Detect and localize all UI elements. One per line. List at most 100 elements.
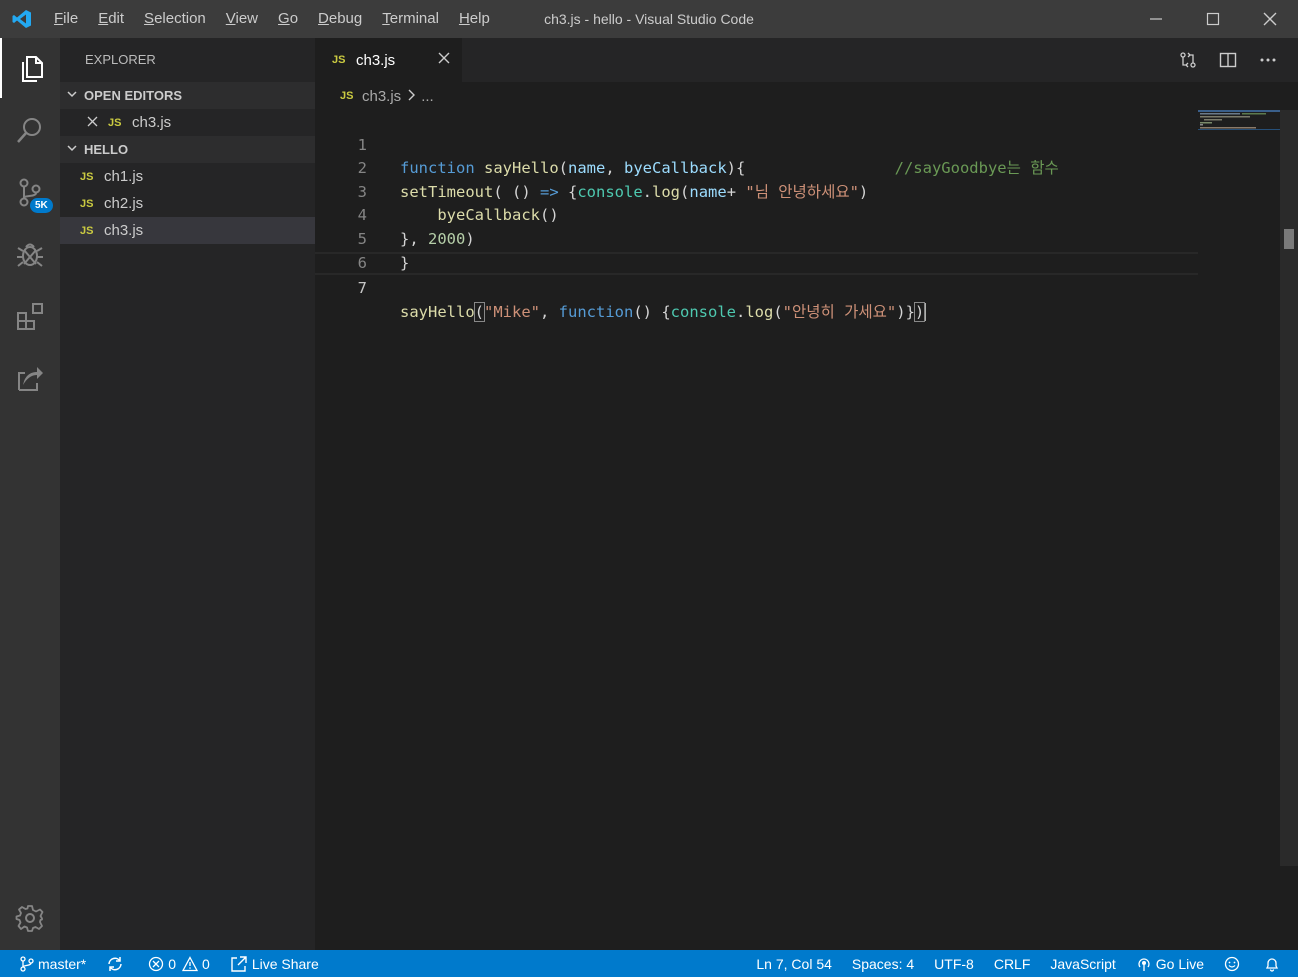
open-editor-item[interactable]: JS ch3.js [60,109,315,136]
open-editors-label: OPEN EDITORS [84,88,183,103]
explorer-sidebar: EXPLORER OPEN EDITORS JS ch3.js HELLO JS… [60,38,315,950]
sync-button[interactable] [96,950,138,977]
extensions-icon [17,303,43,330]
debug-icon [17,243,43,267]
status-bar: master* 0 0 Live Share Ln 7, Col 54 Spac… [0,950,1298,977]
cursor-position[interactable]: Ln 7, Col 54 [746,950,842,977]
branch-status[interactable]: master* [0,950,96,977]
close-window-button[interactable] [1241,0,1298,38]
minimize-icon [1149,18,1162,20]
code-editor[interactable]: 1 function sayHello(name, byeCallback){ … [315,110,1215,322]
extensions-button[interactable] [0,286,60,346]
live-share-icon [18,367,43,391]
search-button[interactable] [0,100,60,160]
file-name: ch3.js [104,222,144,239]
js-file-icon: JS [80,224,94,237]
explorer-button[interactable] [0,38,60,98]
menu-edit[interactable]: Edit [88,0,134,38]
breadcrumb-more[interactable]: ... [421,88,434,105]
file-item-selected[interactable]: JS ch3.js [60,217,315,244]
git-branch-icon [20,955,34,972]
code-line: 3 byeCallback() [315,157,1215,225]
go-live-button[interactable]: Go Live [1126,950,1214,977]
code-line: 6 [315,228,1215,272]
tab-close-icon[interactable] [438,51,450,69]
explorer-icon [22,56,43,82]
menu-selection[interactable]: Selection [134,0,216,38]
indentation[interactable]: Spaces: 4 [842,950,924,977]
language-mode[interactable]: JavaScript [1040,950,1125,977]
file-name: ch2.js [104,195,144,212]
editor-area: JS ch3.js JS ch3.js ... 1 function sayHe… [315,38,1298,950]
vertical-scrollbar[interactable] [1280,110,1298,866]
end-of-line[interactable]: CRLF [984,950,1041,977]
menu-help[interactable]: Help [449,0,500,38]
broadcast-icon [1138,957,1150,971]
breadcrumb: JS ch3.js ... [315,82,1298,110]
minimize-button[interactable] [1127,0,1184,38]
feedback-button[interactable] [1214,950,1254,977]
chevron-down-icon [66,88,84,103]
code-line: 1 function sayHello(name, byeCallback){ … [315,110,1215,178]
js-file-icon: JS [340,90,354,102]
more-icon [1260,58,1276,62]
chevron-down-icon [66,142,84,157]
file-item[interactable]: JS ch2.js [60,190,315,217]
menu-debug[interactable]: Debug [308,0,372,38]
menu-go[interactable]: Go [268,0,308,38]
compare-changes-icon [1180,52,1196,68]
encoding[interactable]: UTF-8 [924,950,984,977]
live-share-label: Live Share [251,955,319,972]
search-icon [17,118,41,143]
live-share-status[interactable]: Live Share [220,950,329,977]
editor-actions [1168,38,1288,82]
open-editors-header[interactable]: OPEN EDITORS [60,82,315,109]
folder-header[interactable]: HELLO [60,136,315,163]
js-file-icon: JS [80,170,94,183]
live-share-button[interactable] [0,348,60,408]
js-file-icon: JS [332,54,346,66]
sidebar-title: EXPLORER [85,52,156,67]
scm-badge: 5K [30,198,53,213]
bell-icon [1265,957,1279,972]
close-icon [1263,12,1276,26]
warning-icon [182,955,199,971]
editor-tab[interactable]: JS ch3.js [315,38,462,82]
live-share-icon [231,955,247,972]
status-right: Ln 7, Col 54 Spaces: 4 UTF-8 CRLF JavaSc… [746,950,1298,977]
split-editor-button[interactable] [1208,38,1248,82]
close-icon[interactable] [82,114,102,131]
menu-terminal[interactable]: Terminal [372,0,449,38]
code-line: 5 } [315,204,1215,272]
window-controls [1127,0,1298,38]
breadcrumb-file[interactable]: ch3.js [362,88,401,105]
settings-button[interactable] [0,888,60,948]
error-icon [149,956,164,971]
activity-bar: 5K [0,38,60,950]
minimap[interactable] [1198,110,1280,130]
menu-bar: File Edit Selection View Go Debug Termin… [44,0,500,38]
smiley-icon [1224,956,1240,971]
go-live-label: Go Live [1155,955,1204,972]
title-bar: File Edit Selection View Go Debug Termin… [0,0,1298,38]
problems-status[interactable]: 0 0 [138,950,220,977]
code-line: 4 }, 2000) [315,181,1215,248]
js-file-icon: JS [80,197,94,210]
chevron-right-icon [407,88,416,105]
menu-file[interactable]: File [44,0,88,38]
text-cursor [924,302,927,321]
warning-count: 0 [202,955,210,972]
settings-gear-icon [15,905,44,932]
more-actions-button[interactable] [1248,38,1288,82]
debug-button[interactable] [0,224,60,284]
line-number: 7 [357,279,367,298]
source-control-button[interactable]: 5K [0,162,60,222]
maximize-button[interactable] [1184,0,1241,38]
notifications-button[interactable] [1254,950,1298,977]
file-item[interactable]: JS ch1.js [60,163,315,190]
open-changes-button[interactable] [1168,38,1208,82]
menu-view[interactable]: View [216,0,268,38]
error-count: 0 [168,955,177,972]
folder-label: HELLO [84,142,129,157]
maximize-icon [1206,12,1219,26]
